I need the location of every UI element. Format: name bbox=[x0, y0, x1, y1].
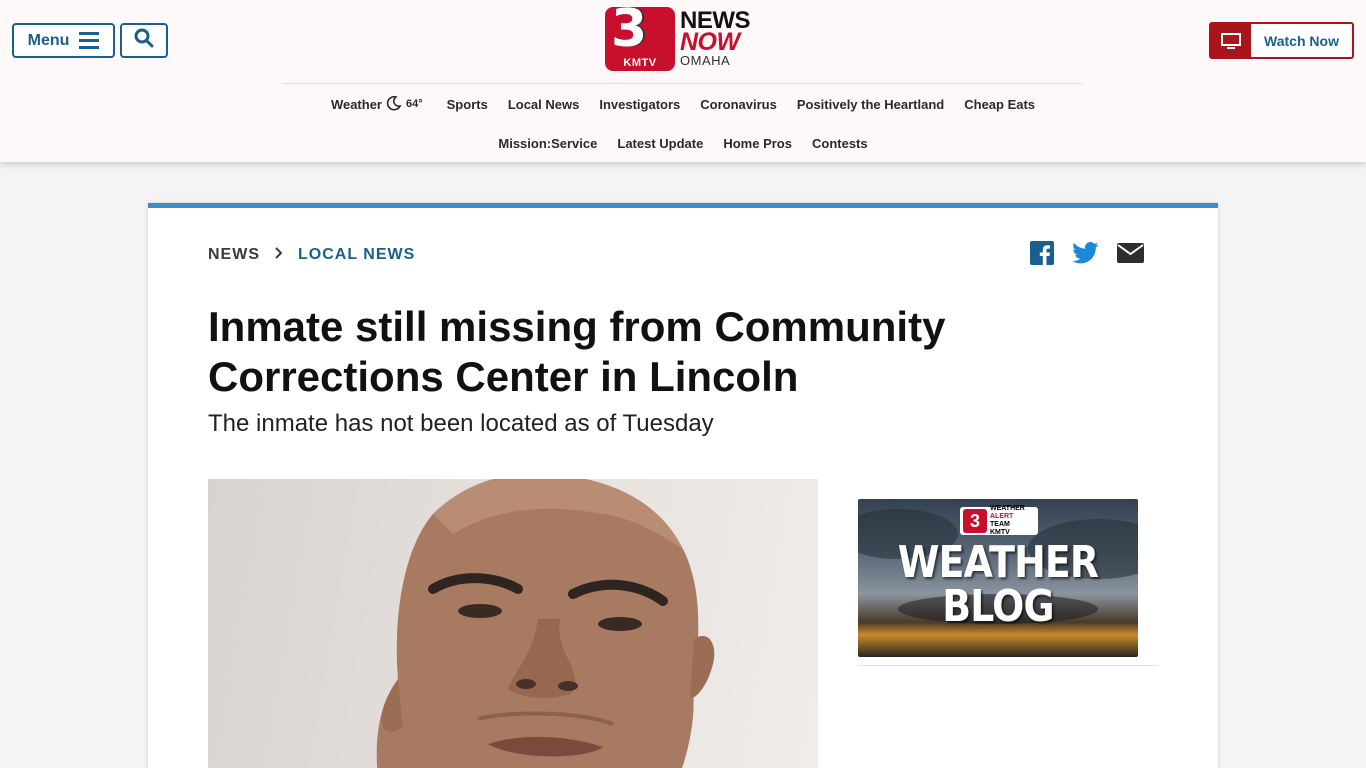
twitter-icon[interactable] bbox=[1072, 242, 1099, 264]
email-icon[interactable] bbox=[1117, 243, 1144, 263]
search-button[interactable] bbox=[120, 23, 168, 58]
site-logo[interactable]: 3 KMTV NEWS NOW OMAHA bbox=[605, 3, 765, 71]
badge-line1: WEATHER bbox=[990, 505, 1025, 512]
main-nav-row-2: Mission:Service Latest Update Home Pros Con… bbox=[0, 132, 1366, 154]
badge-line2: ALERT bbox=[990, 513, 1014, 520]
weather-blog-title: WEATHER BLOG bbox=[878, 541, 1119, 629]
badge-number: 3 bbox=[963, 509, 987, 533]
article-subhead: The inmate has not been located as of Tu… bbox=[208, 410, 714, 437]
nav-item-sports[interactable]: Sports bbox=[447, 97, 488, 112]
nav-item-investigators[interactable]: Investigators bbox=[599, 97, 680, 112]
nav-divider bbox=[283, 83, 1083, 84]
search-icon bbox=[134, 28, 154, 53]
sidebar-divider bbox=[858, 665, 1158, 666]
site-header: Menu 3 KMTV NEWS NOW OMAHA Watch Now Wea… bbox=[0, 0, 1366, 162]
menu-label: Menu bbox=[27, 31, 70, 49]
logo-line2: NOW bbox=[680, 28, 740, 56]
nav-item-latest-update[interactable]: Latest Update bbox=[617, 136, 703, 151]
logo-callsign: KMTV bbox=[623, 57, 657, 69]
article-headline: Inmate still missing from Community Corr… bbox=[208, 303, 946, 400]
nav-weather-temp: 64° bbox=[406, 98, 423, 110]
nav-item-mission-service[interactable]: Mission:Service bbox=[498, 136, 597, 151]
article-card: NEWS LOCAL NEWS Inmate still missing fro… bbox=[148, 203, 1218, 768]
nav-item-positively-the-heartland[interactable]: Positively the Heartland bbox=[797, 97, 944, 112]
nav-item-cheap-eats[interactable]: Cheap Eats bbox=[964, 97, 1035, 112]
menu-button[interactable]: Menu bbox=[12, 23, 115, 58]
badge-line3: TEAM bbox=[990, 521, 1010, 528]
logo-line3: OMAHA bbox=[680, 53, 731, 68]
breadcrumb-local-news[interactable]: LOCAL NEWS bbox=[298, 246, 415, 264]
moon-icon bbox=[386, 95, 402, 114]
badge-text: WEATHER ALERT TEAM KMTV bbox=[990, 505, 1025, 537]
logo-badge: 3 KMTV bbox=[605, 3, 675, 71]
nav-item-local-news[interactable]: Local News bbox=[508, 97, 580, 112]
nav-item-home-pros[interactable]: Home Pros bbox=[723, 136, 792, 151]
logo-number: 3 bbox=[611, 0, 648, 59]
weather-blog-title-line2: BLOG bbox=[942, 581, 1054, 632]
article-photo bbox=[208, 479, 818, 768]
breadcrumb: NEWS LOCAL NEWS bbox=[208, 246, 415, 264]
share-bar bbox=[1030, 241, 1144, 265]
nav-item-contests[interactable]: Contests bbox=[812, 136, 868, 151]
watch-now-button[interactable]: Watch Now bbox=[1209, 22, 1354, 59]
watch-now-label: Watch Now bbox=[1264, 32, 1339, 49]
nav-item-coronavirus[interactable]: Coronavirus bbox=[700, 97, 777, 112]
weather-alert-team-badge: 3 WEATHER ALERT TEAM KMTV bbox=[960, 505, 1038, 537]
weather-blog-promo[interactable]: 3 WEATHER ALERT TEAM KMTV WEATHER BLOG bbox=[858, 499, 1138, 657]
nav-item-weather[interactable]: Weather 64° bbox=[331, 95, 423, 114]
weather-blog-title-line1: WEATHER bbox=[897, 537, 1099, 588]
hamburger-icon bbox=[79, 32, 100, 49]
badge-callsign: KMTV bbox=[990, 529, 1010, 536]
main-nav-row-1: Weather 64° Sports Local News Investigator… bbox=[0, 93, 1366, 115]
facebook-icon[interactable] bbox=[1030, 241, 1054, 265]
nav-weather-label: Weather bbox=[330, 96, 382, 112]
tv-icon bbox=[1211, 24, 1251, 57]
breadcrumb-news[interactable]: NEWS bbox=[208, 246, 260, 264]
inmate-portrait bbox=[376, 479, 715, 768]
chevron-right-icon bbox=[274, 246, 284, 264]
